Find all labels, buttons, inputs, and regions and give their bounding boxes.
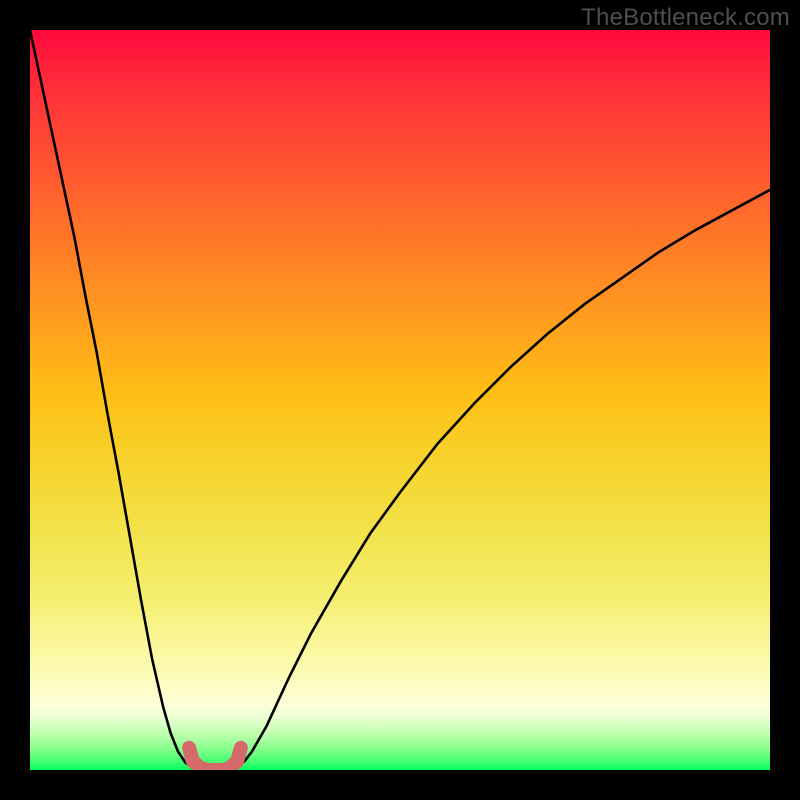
curve-right (230, 190, 770, 770)
plot-area (30, 30, 770, 770)
curve-left (30, 30, 200, 770)
marker-band-path (189, 748, 241, 770)
chart-svg (30, 30, 770, 770)
marker-band (189, 748, 241, 770)
right-branch-path (230, 190, 770, 770)
left-branch-path (30, 30, 200, 770)
watermark-text: TheBottleneck.com (581, 4, 790, 32)
chart-container: TheBottleneck.com (0, 0, 800, 800)
